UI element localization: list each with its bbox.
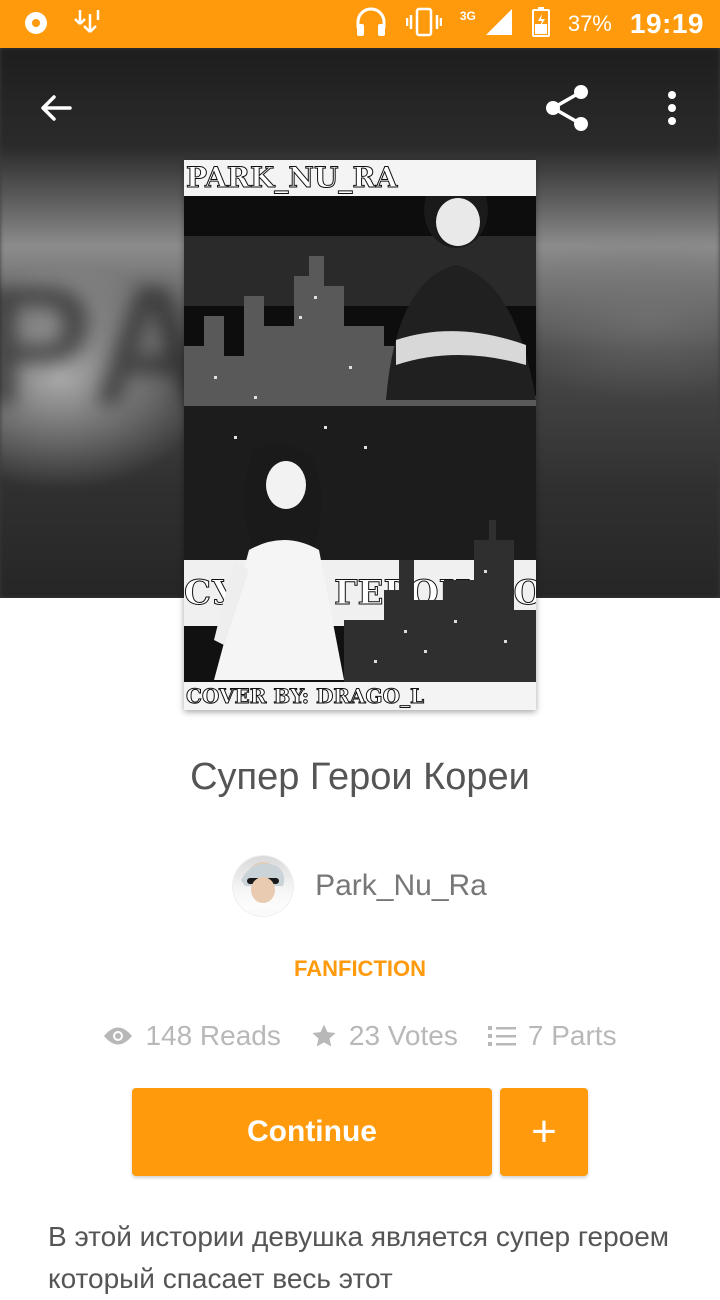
story-description: В этой истории девушка является супер ге… — [48, 1221, 670, 1294]
battery-percent: 37% — [567, 11, 612, 36]
eye-icon — [104, 1027, 133, 1045]
parts-stat: 7 Parts — [487, 1020, 617, 1052]
clock: 19:19 — [629, 8, 704, 39]
reads-count: 148 Reads — [145, 1020, 281, 1051]
author-name[interactable]: Park_Nu_Ra — [315, 869, 487, 903]
cover-credit-text: COVER BY: DRAGO_L — [184, 682, 536, 710]
avatar[interactable] — [233, 856, 294, 916]
more-options-button[interactable] — [642, 78, 702, 138]
star-icon — [312, 1024, 336, 1047]
story-title: Супер Герои Кореи — [190, 756, 530, 798]
story-cover-image[interactable]: PARK_NU_RA СУПЕР ГЕРОИ КОРЕИ COVER BY: D… — [184, 160, 536, 710]
author-row[interactable]: Park_Nu_Ra — [0, 856, 720, 916]
share-button[interactable] — [538, 78, 598, 138]
more-vert-icon — [668, 91, 676, 125]
votes-stat: 23 Votes — [311, 1020, 458, 1052]
download-icon — [72, 8, 106, 43]
arrow-back-icon — [41, 95, 72, 121]
app-icon — [22, 9, 50, 42]
votes-count: 23 Votes — [348, 1020, 458, 1051]
continue-reading-button[interactable]: Continue — [132, 1088, 492, 1176]
signal-icon — [484, 7, 514, 42]
cover-boy-figure — [386, 172, 536, 400]
back-button[interactable] — [26, 78, 86, 138]
share-icon — [546, 85, 588, 131]
story-stats: 148 Reads 23 Votes 7 Parts — [0, 1020, 720, 1052]
cover-girl-figure — [214, 444, 344, 680]
parts-count: 7 Parts — [527, 1020, 617, 1051]
vibrate-icon — [405, 7, 443, 42]
avatar-image — [239, 863, 288, 916]
headphones-icon — [354, 6, 388, 43]
status-bar: 3G 37% 19:19 — [0, 0, 720, 48]
list-icon — [487, 1026, 516, 1046]
network-type: 3G — [459, 9, 476, 23]
story-category[interactable]: FANFICTION — [0, 956, 720, 982]
battery-icon — [531, 6, 550, 42]
reads-stat: 148 Reads — [103, 1020, 281, 1052]
add-to-library-button[interactable]: + — [500, 1088, 588, 1176]
cover-top-text: PARK_NU_RA — [184, 160, 536, 196]
